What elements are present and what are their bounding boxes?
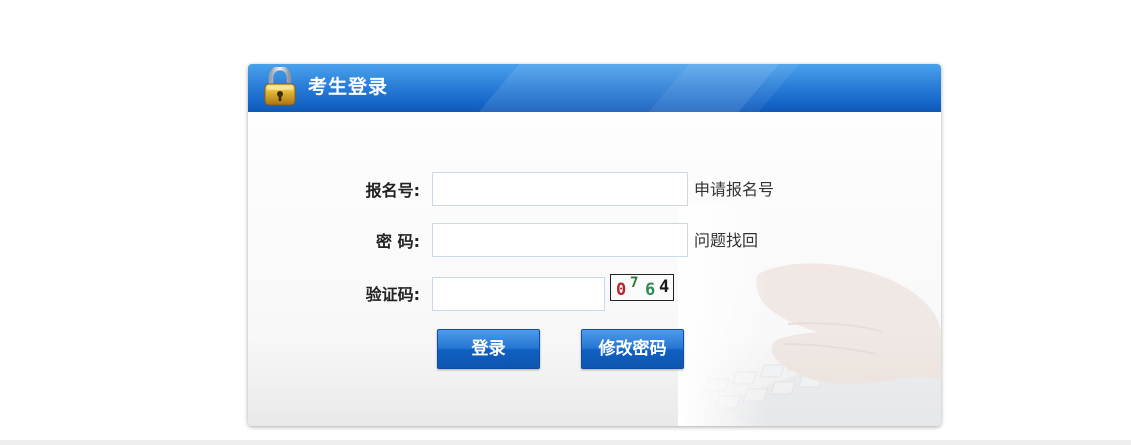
page-bottom-strip — [0, 440, 1131, 445]
apply-registration-link[interactable]: 申请报名号 — [694, 179, 774, 201]
panel-header: 考生登录 — [248, 64, 941, 112]
captcha-char: 7 — [630, 275, 639, 291]
captcha-image[interactable]: 0 7 6 4 — [610, 274, 674, 301]
password-recovery-link[interactable]: 问题找回 — [694, 230, 758, 252]
panel-title: 考生登录 — [308, 76, 389, 98]
padlock-icon — [264, 67, 296, 106]
captcha-input[interactable] — [432, 277, 605, 311]
change-password-button[interactable]: 修改密码 — [581, 329, 684, 369]
registration-number-label: 报名号: — [365, 181, 420, 200]
captcha-label: 验证码: — [365, 285, 420, 304]
login-panel: 考生登录 报名号: 申请报名号 密 码: 问题找回 验证码: 0 7 6 4 登… — [248, 64, 941, 426]
captcha-char: 4 — [659, 277, 670, 297]
password-input[interactable] — [432, 223, 688, 257]
registration-number-input[interactable] — [432, 172, 688, 206]
password-label: 密 码: — [376, 232, 420, 251]
captcha-char: 0 — [616, 280, 627, 300]
captcha-char: 6 — [645, 280, 656, 300]
login-button[interactable]: 登录 — [437, 329, 540, 369]
